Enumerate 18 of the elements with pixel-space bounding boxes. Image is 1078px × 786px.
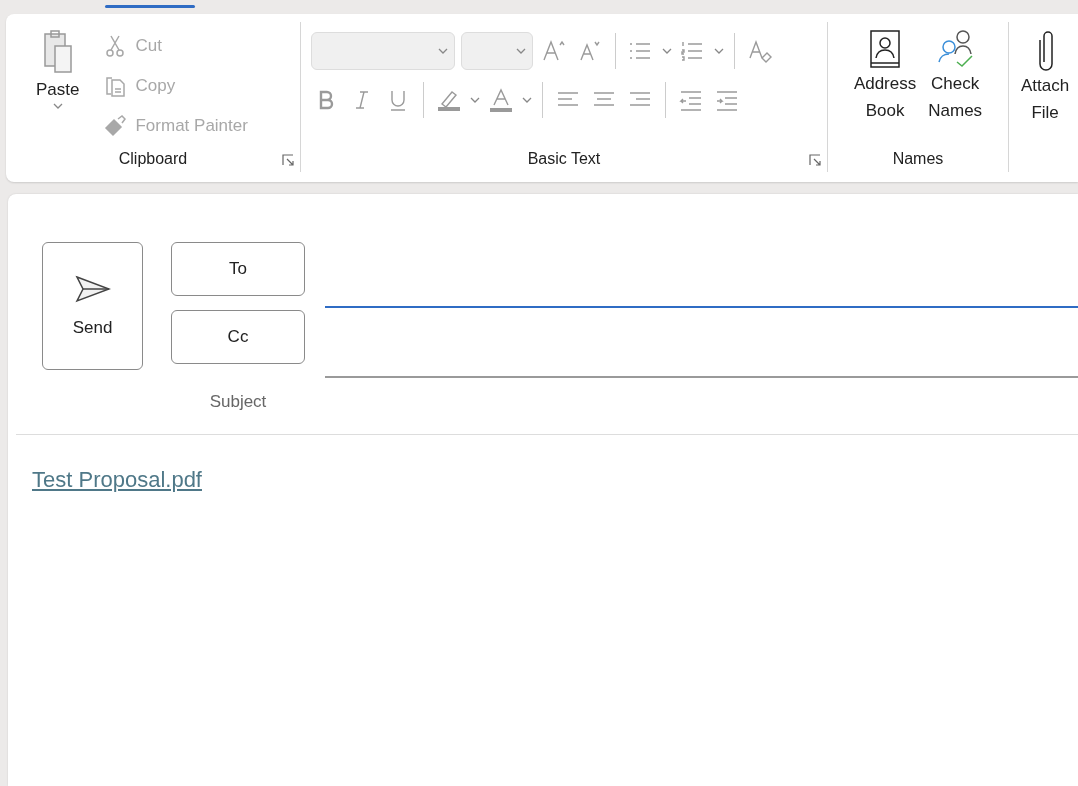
paintbrush-icon [103,114,128,138]
attach-file-button[interactable]: Attach File [1009,26,1076,182]
address-book-button[interactable]: Address Book [847,26,923,150]
group-label: Names [892,150,944,167]
send-button[interactable]: Send [42,242,143,370]
cc-button[interactable]: Cc [171,310,305,364]
send-icon [74,274,111,304]
people-check-icon [935,28,976,70]
subject-label: Subject [209,392,267,412]
chevron-down-icon[interactable] [52,103,63,109]
copy-icon [103,74,128,98]
dialog-launcher-icon[interactable] [282,154,294,166]
group-label: Clipboard [118,150,188,167]
paste-button[interactable]: Paste [6,26,86,150]
group-label: Basic Text [527,150,601,167]
attachment-link[interactable]: Test Proposal.pdf [32,467,202,493]
to-button[interactable]: To [171,242,305,296]
check-names-button[interactable]: Check Names [922,26,989,150]
